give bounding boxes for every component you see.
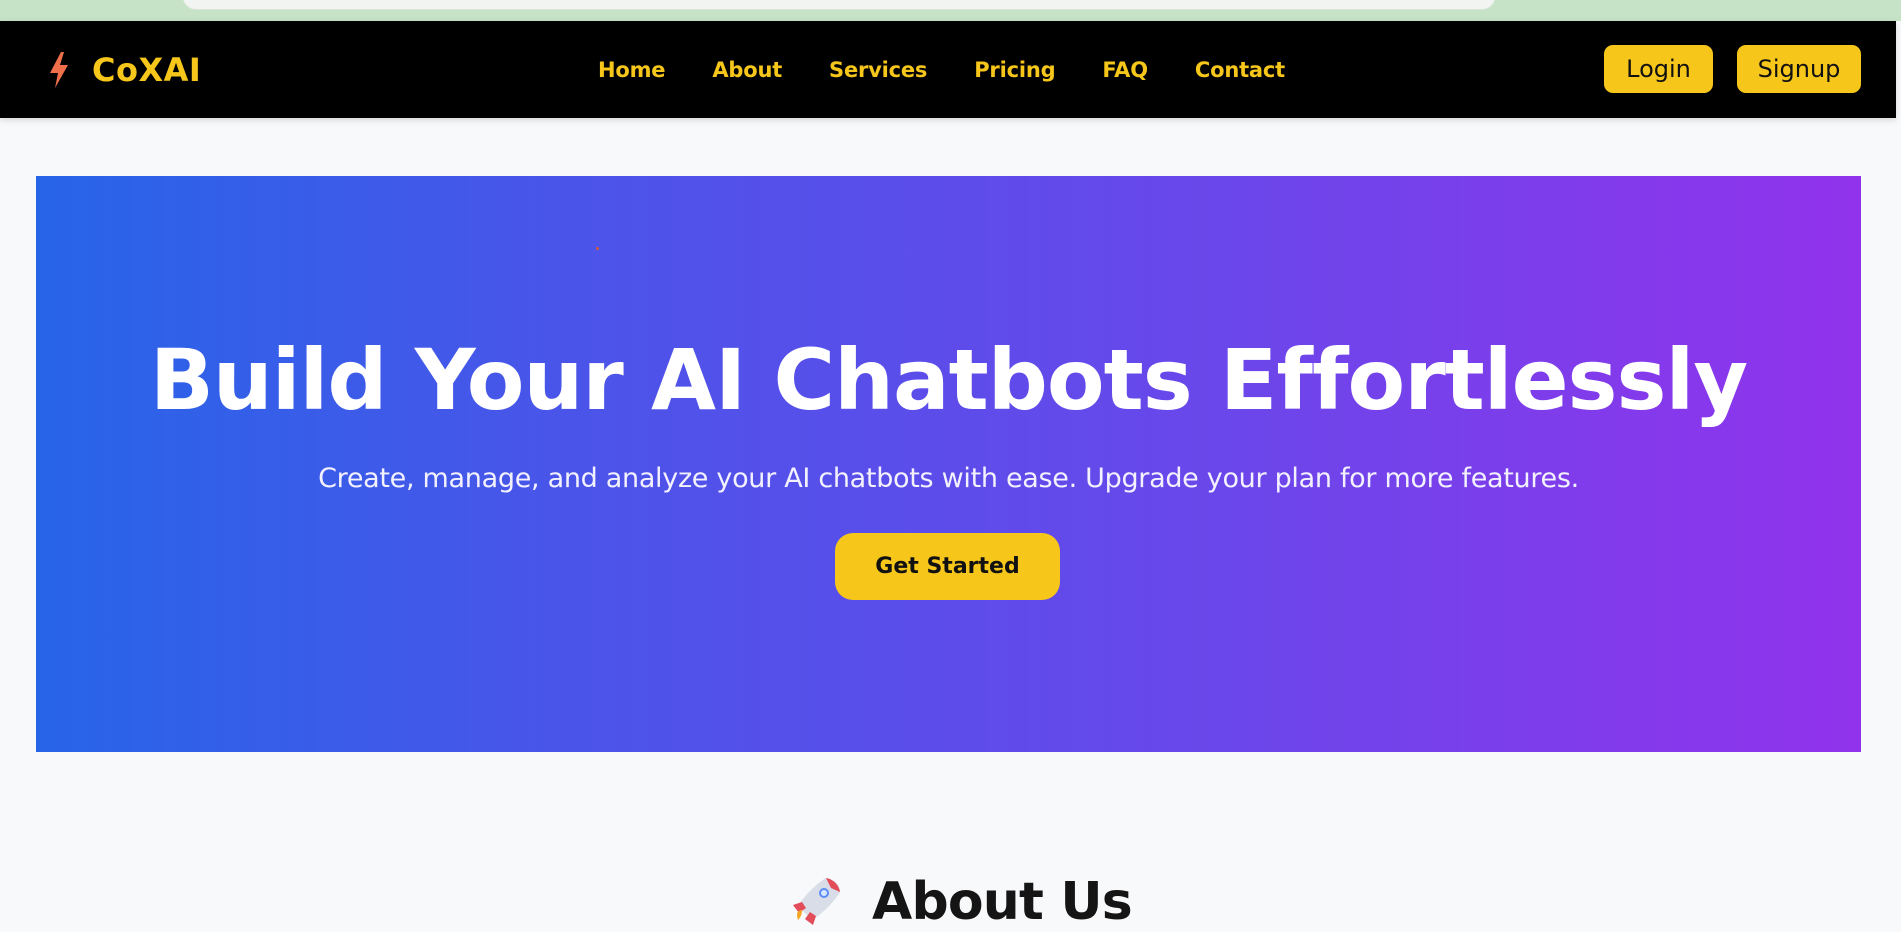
navbar: CoXAI Home About Services Pricing FAQ Co… xyxy=(0,21,1896,118)
nav-link-about[interactable]: About xyxy=(712,58,782,82)
address-bar[interactable] xyxy=(182,0,1496,10)
main-nav: Home About Services Pricing FAQ Contact xyxy=(598,21,1332,118)
nav-link-pricing[interactable]: Pricing xyxy=(974,58,1055,82)
hero-decoration-dot xyxy=(596,247,599,250)
brand-logo[interactable]: CoXAI xyxy=(46,50,201,90)
nav-link-home[interactable]: Home xyxy=(598,58,666,82)
browser-top-strip xyxy=(0,0,1901,21)
login-button[interactable]: Login xyxy=(1604,45,1713,93)
about-title: About Us xyxy=(872,872,1133,932)
hero-subtitle: Create, manage, and analyze your AI chat… xyxy=(318,463,1579,494)
hero-title: Build Your AI Chatbots Effortlessly xyxy=(149,331,1748,429)
about-section-heading: About Us xyxy=(788,872,1133,932)
nav-link-contact[interactable]: Contact xyxy=(1195,58,1285,82)
lightning-bolt-icon xyxy=(50,52,68,88)
nav-link-faq[interactable]: FAQ xyxy=(1102,58,1148,82)
signup-button[interactable]: Signup xyxy=(1737,45,1861,93)
get-started-button[interactable]: Get Started xyxy=(835,533,1060,600)
nav-link-services[interactable]: Services xyxy=(829,58,927,82)
hero-section: Build Your AI Chatbots Effortlessly Crea… xyxy=(36,176,1861,752)
brand-name: CoXAI xyxy=(92,51,202,89)
